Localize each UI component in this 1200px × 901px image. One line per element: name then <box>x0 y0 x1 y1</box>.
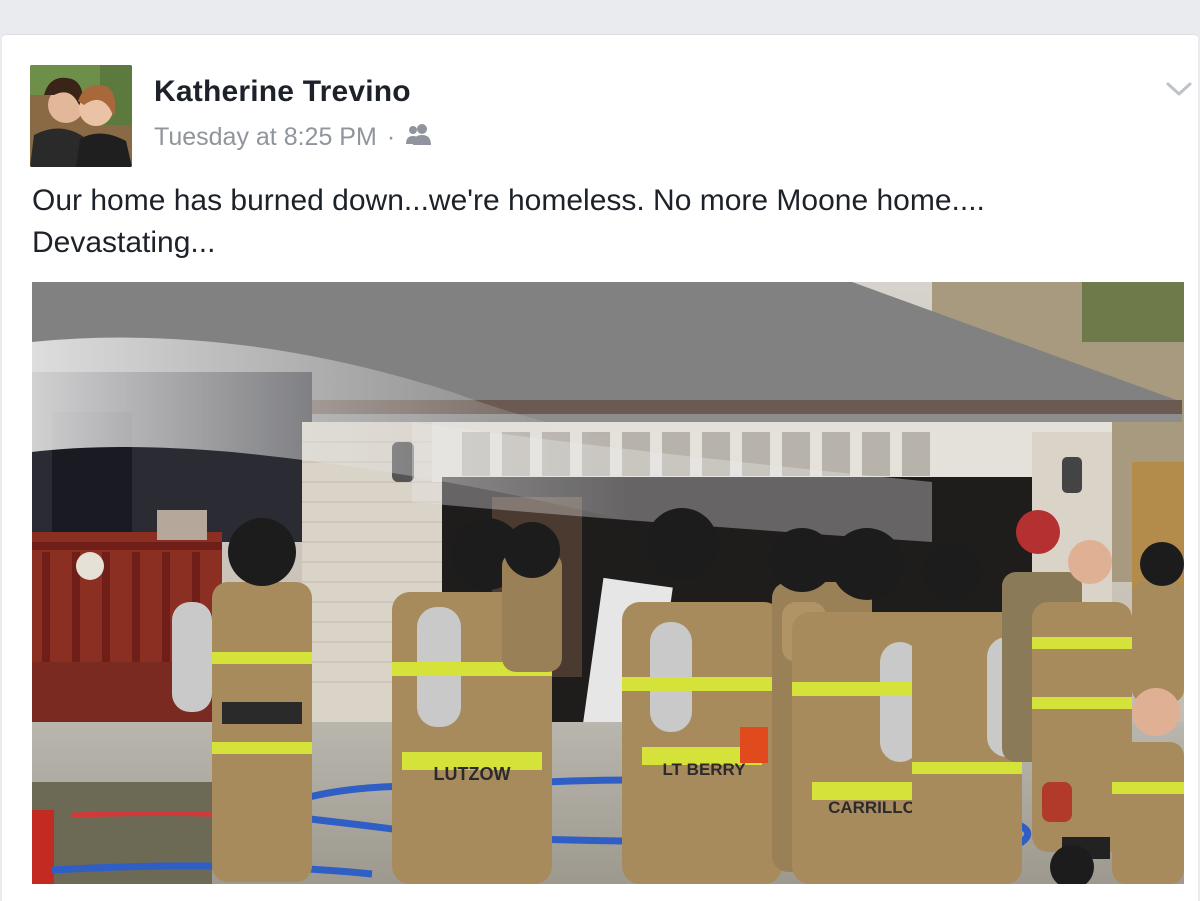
post-meta: Tuesday at 8:25 PM · <box>154 123 433 152</box>
chevron-down-icon[interactable] <box>1164 79 1194 99</box>
post-card: Katherine Trevino Tuesday at 8:25 PM · O… <box>2 34 1198 901</box>
author-avatar[interactable] <box>30 65 132 167</box>
name-tag-carrillo: CARRILLO <box>828 798 916 817</box>
top-strip <box>0 0 1200 34</box>
author-name[interactable]: Katherine Trevino <box>154 75 411 109</box>
meta-separator: · <box>386 123 396 151</box>
post-text: Our home has burned down...we're homeles… <box>32 184 985 259</box>
friends-icon[interactable] <box>405 123 433 152</box>
name-tag-lt-berry: LT BERRY <box>662 760 746 779</box>
name-tag-lutzow: LUTZOW <box>434 764 511 784</box>
post-timestamp[interactable]: Tuesday at 8:25 PM <box>154 123 377 152</box>
post-photo[interactable]: LUTZOW LT BERRY CARRILLO <box>32 282 1184 884</box>
